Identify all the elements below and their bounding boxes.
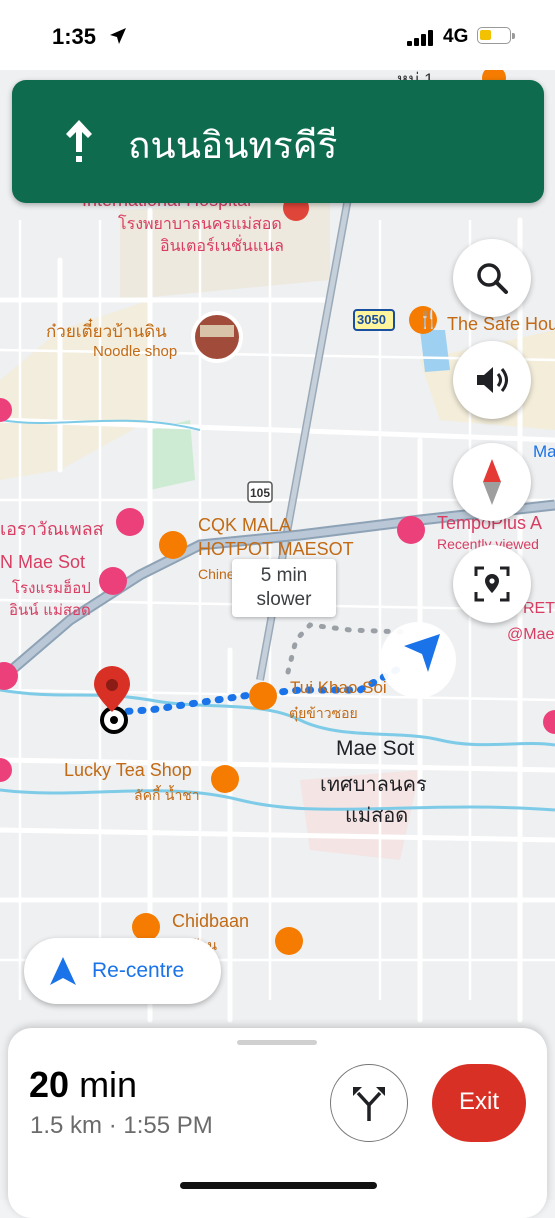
location-report-icon — [474, 566, 510, 602]
map-label-municipality-2: แม่สอด — [345, 803, 409, 827]
map-label-lucky-th[interactable]: ลัคกี้ น้ำชา — [134, 785, 200, 807]
signal-icon — [407, 30, 433, 46]
map-label-hotel-left[interactable]: เอราวัณเพลส — [0, 514, 104, 543]
map-label-mae-sot-hotel[interactable]: N Mae Sot — [0, 552, 85, 573]
sheet-drag-handle[interactable] — [237, 1040, 317, 1045]
road-shield-105: 105 — [250, 486, 271, 500]
map-label-mae-handle: @Mae — [507, 626, 555, 643]
map-label-municipality-1: เทศบาลนคร — [320, 772, 427, 796]
trip-distance-arrival: 1.5 km · 1:55 PM — [30, 1112, 213, 1139]
duration-unit: min — [79, 1064, 138, 1105]
map-label-tui-khao[interactable]: Tui Khao Soi — [290, 678, 387, 698]
map-label-hotel-th-2[interactable]: อินน์ แม่สอด — [9, 598, 91, 622]
map-label-lucky[interactable]: Lucky Tea Shop — [64, 760, 192, 781]
trip-duration: 20 min — [29, 1064, 137, 1106]
map-label-chidbaan[interactable]: Chidbaan — [172, 911, 249, 932]
map-label-hotel-th-1[interactable]: โรงแรมฮ็อป — [12, 576, 91, 600]
status-time: 1:35 — [52, 24, 97, 49]
search-icon — [477, 263, 508, 294]
road-shield-3050: 3050 — [357, 312, 386, 327]
sound-button[interactable] — [453, 341, 531, 419]
trip-summary-sheet[interactable]: 20 min 1.5 km · 1:55 PM Exit — [8, 1028, 547, 1218]
exit-label: Exit — [458, 1088, 499, 1115]
status-bar: 1:35 4G — [0, 0, 555, 70]
arrow-up-icon — [66, 120, 92, 162]
exit-navigation-button[interactable]: Exit — [432, 1064, 526, 1142]
battery-icon — [477, 27, 515, 44]
map-label-hospital-th-2[interactable]: อินเตอร์เนชั่นแนล — [160, 234, 284, 259]
alternate-route-callout[interactable]: 5 min slower — [232, 559, 336, 617]
recentre-label: Re-centre — [92, 959, 185, 982]
navigation-banner[interactable]: ถนนอินทรคีรี — [12, 80, 544, 203]
network-type: 4G — [443, 26, 469, 47]
compass-icon — [483, 459, 501, 505]
alternate-routes-button[interactable] — [330, 1064, 408, 1142]
map-label-tui-th[interactable]: ตุ๋ยข้าวซอย — [289, 703, 358, 725]
compass-button[interactable] — [453, 443, 531, 521]
volume-icon — [477, 367, 508, 393]
report-location-button[interactable] — [453, 545, 531, 623]
map-label-safe-house[interactable]: The Safe Hou — [447, 314, 555, 335]
home-indicator[interactable] — [180, 1182, 377, 1189]
map-label-noodle-th[interactable]: ก๋วยเตี๋ยวบ้านดิน — [46, 318, 167, 345]
callout-line-2: slower — [256, 589, 312, 610]
callout-line-1: 5 min — [260, 565, 308, 586]
street-name: ถนนอินทรคีรี — [128, 124, 338, 167]
map-label-noodle-en[interactable]: Noodle shop — [93, 343, 177, 360]
restaurant-icon[interactable]: 🍴 — [417, 309, 439, 330]
location-arrow-icon — [110, 28, 126, 44]
recentre-button[interactable]: Re-centre — [24, 938, 221, 1004]
map-label-cqk-1[interactable]: CQK MALA — [198, 515, 291, 536]
navigation-arrow-icon — [50, 957, 76, 985]
fork-routes-icon — [353, 1087, 385, 1121]
search-button[interactable] — [453, 239, 531, 317]
map-label-ma-partial: Ma — [533, 442, 555, 461]
map-label-cqk-2[interactable]: HOTPOT MAESOT — [198, 539, 354, 560]
map-label-retr: RETR — [523, 600, 555, 617]
duration-value: 20 — [29, 1064, 70, 1105]
map-label-mae-sot: Mae Sot — [336, 737, 415, 760]
